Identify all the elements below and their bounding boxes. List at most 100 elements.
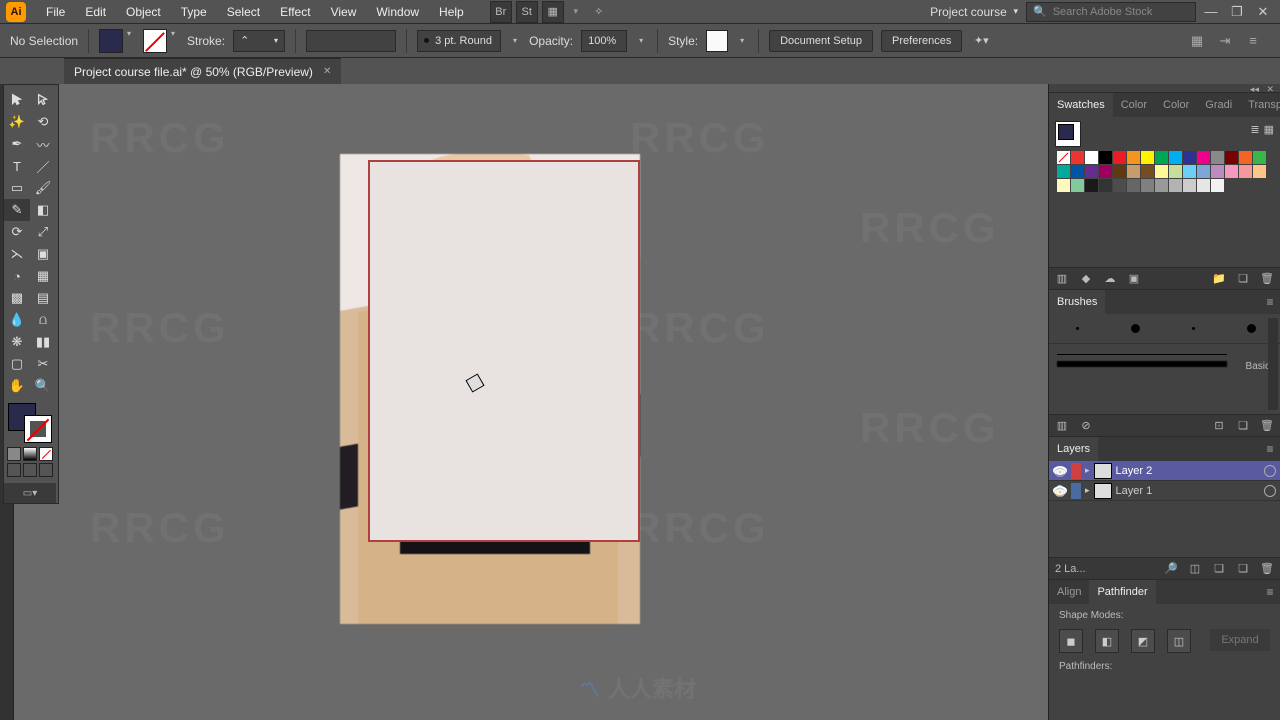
swatch[interactable] [1085,151,1098,164]
tab-pathfinder[interactable]: Pathfinder [1089,580,1155,604]
swatch[interactable] [1211,179,1224,192]
swatch[interactable] [1155,165,1168,178]
mesh-tool[interactable]: ▩ [4,287,30,309]
snap-icon[interactable]: ⇥ [1216,32,1234,50]
tab-transparency[interactable]: Transp [1240,93,1280,117]
expand-layer-icon[interactable]: ▸ [1085,465,1090,476]
brush-row-dots[interactable] [1049,314,1280,344]
swatch[interactable] [1099,165,1112,178]
tab-layers[interactable]: Layers [1049,437,1098,461]
delete-brush-icon[interactable]: 🗑 [1260,419,1274,433]
rotate-tool[interactable]: ⟳ [4,221,30,243]
brush-def-field[interactable]: 3 pt. Round [417,30,501,52]
menu-window[interactable]: Window [366,0,429,24]
layer-name[interactable]: Layer 1 [1116,485,1153,497]
swatch[interactable] [1127,151,1140,164]
swatch[interactable] [1211,165,1224,178]
swatch-fillstroke-icon[interactable] [1055,121,1081,147]
hand-tool[interactable]: ✋ [4,375,30,397]
blend-tool[interactable]: ⩍ [30,309,56,331]
new-layer-icon[interactable]: ❏ [1236,562,1250,576]
menu-select[interactable]: Select [217,0,270,24]
new-folder-icon[interactable]: 📁 [1212,272,1226,286]
column-graph-tool[interactable]: ▮▮ [30,331,56,353]
document-setup-button[interactable]: Document Setup [769,30,873,52]
swatch[interactable] [1113,165,1126,178]
graphic-style-swatch[interactable] [706,30,728,52]
menu-object[interactable]: Object [116,0,171,24]
swatch[interactable] [1197,151,1210,164]
brush-charcoal-line[interactable] [1057,361,1227,367]
window-minimize[interactable]: — [1200,3,1222,21]
pencil-tool[interactable]: ✎ [4,199,30,221]
menu-file[interactable]: File [36,0,75,24]
pathfinder-panel-menu[interactable]: ≡ [1260,585,1280,599]
swatch[interactable] [1169,151,1182,164]
close-tab-icon[interactable]: ✕ [323,66,331,77]
brushes-scrollbar[interactable] [1268,318,1278,410]
magic-wand-tool[interactable]: ✨ [4,111,30,133]
type-tool[interactable]: T [4,155,30,177]
symbol-sprayer-tool[interactable]: ❋ [4,331,30,353]
new-sublayer-icon[interactable]: ❏ [1212,562,1226,576]
layer-name[interactable]: Layer 2 [1116,465,1153,477]
shape-builder-tool[interactable]: ◔ [4,265,30,287]
swatch[interactable] [1057,179,1070,192]
clipping-mask-icon[interactable]: ◫ [1188,562,1202,576]
vsp-field[interactable] [306,30,396,52]
brush-libraries-icon[interactable]: ▥ [1055,419,1069,433]
search-stock-field[interactable]: 🔍 Search Adobe Stock [1026,2,1196,22]
swatch[interactable] [1225,165,1238,178]
style-dropdown[interactable]: ▾ [736,36,748,45]
swatch-options-icon[interactable]: ☁ [1103,272,1117,286]
swatch[interactable] [1155,179,1168,192]
preferences-button[interactable]: Preferences [881,30,962,52]
brush-dropdown[interactable]: ▾ [509,36,521,45]
new-brush-icon[interactable]: ❏ [1236,419,1250,433]
visibility-toggle[interactable]: 👁 [1053,486,1067,495]
lasso-tool[interactable]: ⟲ [30,111,56,133]
menu-view[interactable]: View [321,0,367,24]
grid-icon[interactable]: ▦ [1188,32,1206,50]
slice-tool[interactable]: ✂ [30,353,56,375]
pen-tool[interactable]: ✒ [4,133,30,155]
gpu-icon[interactable]: ✧ [588,1,610,23]
swatch[interactable] [1085,165,1098,178]
tab-color[interactable]: Color [1113,93,1155,117]
expand-layer-icon[interactable]: ▸ [1085,485,1090,496]
swatch[interactable] [1239,165,1252,178]
rectangle-tool[interactable]: ▭ [4,177,30,199]
tab-colorguide[interactable]: Color [1155,93,1197,117]
paintbrush-tool[interactable]: 🖌 [30,177,56,199]
delete-layer-icon[interactable]: 🗑 [1260,562,1274,576]
swatch[interactable] [1197,165,1210,178]
swatch-list-view-icon[interactable]: ≣ [1250,123,1259,136]
locate-object-icon[interactable]: 🔎 [1164,562,1178,576]
swatch[interactable] [1113,151,1126,164]
window-close[interactable]: ✕ [1252,3,1274,21]
swatch[interactable] [1183,151,1196,164]
swatch[interactable] [1169,179,1182,192]
swatch[interactable] [1099,179,1112,192]
menu-type[interactable]: Type [171,0,217,24]
menu-effect[interactable]: Effect [270,0,320,24]
target-icon[interactable] [1264,485,1276,497]
visibility-toggle[interactable]: 👁 [1053,466,1067,475]
eraser-tool[interactable]: ◧ [30,199,56,221]
layer-row[interactable]: 👁 ▸ Layer 2 [1049,461,1280,481]
swatch[interactable] [1127,165,1140,178]
width-tool[interactable]: ⋋ [4,243,30,265]
options-icon[interactable]: ≡ [1244,32,1262,50]
bridge-icon[interactable]: Br [490,1,512,23]
direct-selection-tool[interactable] [30,89,56,111]
swatch-kind-icon[interactable]: ◆ [1079,272,1093,286]
dock-grip[interactable]: ◂◂ ✕ [1049,84,1280,92]
remove-brush-stroke-icon[interactable]: ⊘ [1079,419,1093,433]
line-tool[interactable]: ／ [30,155,56,177]
fill-swatch[interactable]: ▾ [99,29,135,53]
layers-panel-menu[interactable]: ≡ [1260,442,1280,456]
swatch[interactable] [1183,179,1196,192]
stock-icon[interactable]: St [516,1,538,23]
curvature-tool[interactable]: 〰 [30,133,56,155]
tab-align[interactable]: Align [1049,580,1089,604]
